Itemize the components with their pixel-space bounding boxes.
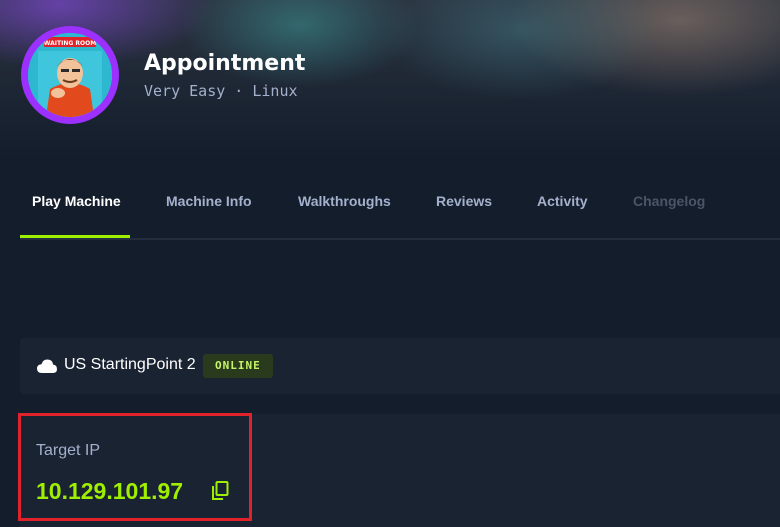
machine-avatar: WAITING ROOM bbox=[21, 26, 119, 124]
svg-text:WAITING ROOM: WAITING ROOM bbox=[44, 40, 96, 47]
status-badge: ONLINE bbox=[203, 354, 273, 378]
tab-changelog: Changelog bbox=[633, 193, 706, 209]
avatar-image: WAITING ROOM bbox=[28, 33, 112, 117]
machine-name: Appointment bbox=[144, 51, 306, 76]
tabs-divider bbox=[20, 238, 780, 240]
machine-difficulty-os: Very Easy · Linux bbox=[144, 82, 298, 100]
tab-reviews[interactable]: Reviews bbox=[436, 186, 492, 238]
cloud-icon bbox=[37, 359, 57, 373]
target-ip-label: Target IP bbox=[36, 442, 101, 459]
avatar-illustration: WAITING ROOM bbox=[28, 33, 112, 117]
server-name: US StartingPoint 2 bbox=[64, 356, 196, 373]
copy-icon[interactable] bbox=[210, 480, 230, 502]
tab-play-machine[interactable]: Play Machine bbox=[32, 186, 121, 238]
active-tab-indicator bbox=[20, 235, 130, 238]
tab-walkthroughs[interactable]: Walkthroughs bbox=[298, 186, 391, 238]
tab-activity[interactable]: Activity bbox=[537, 186, 588, 238]
target-ip-value[interactable]: 10.129.101.97 bbox=[36, 478, 183, 505]
tab-machine-info[interactable]: Machine Info bbox=[166, 186, 252, 238]
machine-tabs: Play Machine Machine Info Walkthroughs R… bbox=[20, 186, 780, 238]
server-bar: US StartingPoint 2 ONLINE bbox=[20, 338, 780, 394]
